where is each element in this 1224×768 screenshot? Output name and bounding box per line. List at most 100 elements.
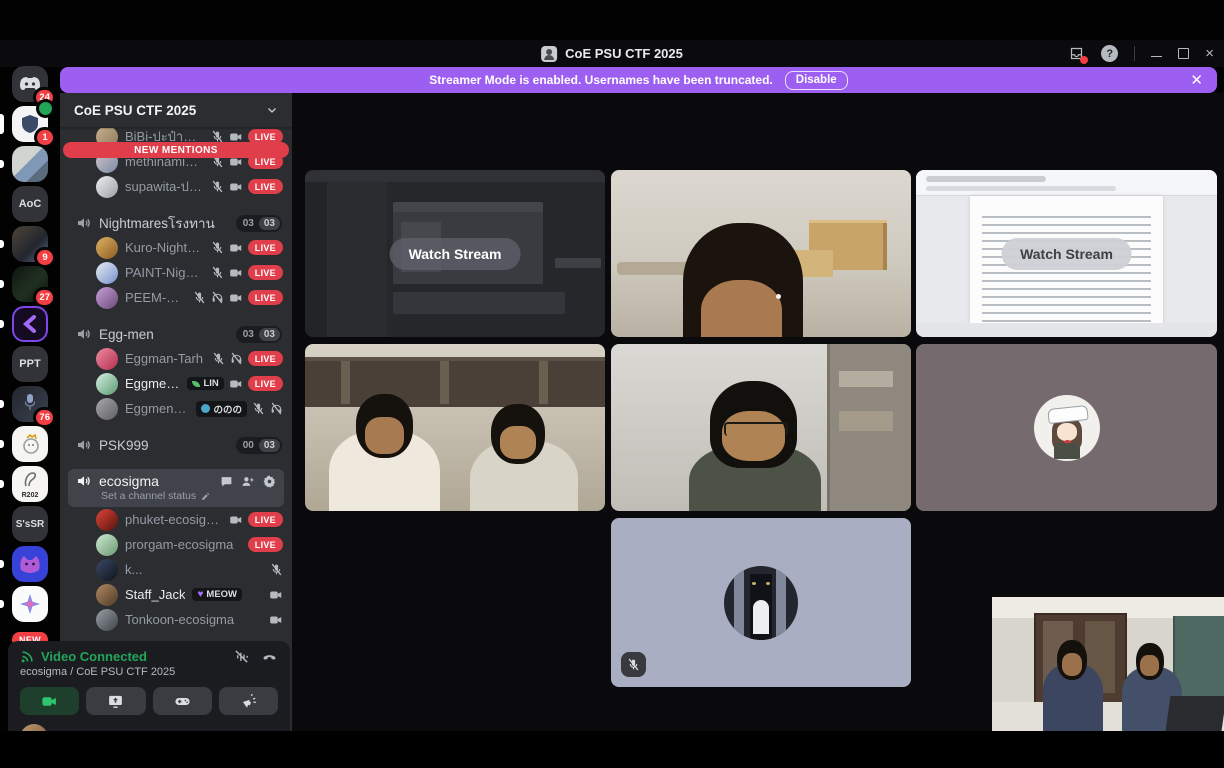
maximize-button[interactable]: [1178, 48, 1189, 59]
minimize-button[interactable]: [1151, 56, 1162, 58]
video-tile-webcam-2[interactable]: [305, 344, 605, 511]
user-status-icons: LIVE: [193, 290, 283, 305]
server-header[interactable]: CoE PSU CTF 2025: [60, 93, 292, 128]
server-icon-7[interactable]: [12, 306, 48, 342]
voice-user-row[interactable]: supawita-ปะป๋าสั่ง... LIVE: [60, 174, 292, 199]
soundboard-button[interactable]: [219, 687, 278, 715]
voice-user-row[interactable]: Eggmen-Pluem LIN LIVE: [60, 371, 292, 396]
channel-status-hint[interactable]: Set a channel status: [76, 490, 276, 502]
watch-stream-button[interactable]: Watch Stream: [390, 238, 521, 270]
help-icon[interactable]: ?: [1101, 45, 1118, 62]
server-icon-ssr[interactable]: S'sSR: [12, 506, 48, 542]
activities-button[interactable]: [153, 687, 212, 715]
server-icon-3[interactable]: [12, 146, 48, 182]
settings-gear-icon[interactable]: [263, 475, 276, 488]
titlebar-controls: ? ×: [1068, 40, 1214, 67]
chat-bubble-icon[interactable]: [220, 475, 233, 488]
screenshare-button[interactable]: [86, 687, 145, 715]
voice-channel-row[interactable]: Nightmaresโรงทาน 0303: [60, 211, 292, 235]
voice-user-row[interactable]: PAINT-Nightmare... LIVE: [60, 260, 292, 285]
voice-user-name: prorgam-ecosigma: [125, 537, 241, 552]
voice-user-row[interactable]: PEEM-Nightm... LIVE: [60, 285, 292, 310]
tile-art: [916, 170, 1217, 196]
live-badge: LIVE: [248, 290, 283, 305]
avatar-art: [1047, 404, 1088, 423]
app-icon: [541, 46, 557, 62]
channel-name: ecosigma: [99, 473, 159, 489]
banner-close-icon[interactable]: ✕: [1190, 67, 1203, 93]
role-tag: ののの: [196, 401, 247, 417]
tile-art: [440, 361, 449, 404]
server-icon-aoc[interactable]: AoC: [12, 186, 48, 222]
mention-badge: 76: [36, 410, 53, 425]
voice-user-row[interactable]: Staff_Jack ♥MEOW: [60, 582, 292, 607]
pip-webcam[interactable]: [992, 597, 1224, 731]
voice-user-row[interactable]: k...: [60, 557, 292, 582]
avatar: [96, 373, 118, 395]
server-icon-10[interactable]: [12, 426, 48, 462]
video-tile-screenshare-1[interactable]: Watch Stream: [305, 170, 605, 337]
voice-user-name: Eggmen-Pluem: [125, 376, 180, 391]
tile-art: [916, 323, 1217, 337]
inbox-icon[interactable]: [1068, 46, 1085, 61]
titlebar: CoE PSU CTF 2025 ? ×: [0, 40, 1224, 67]
video-tile-webcam-3[interactable]: [611, 344, 911, 511]
video-tile-avatar-2[interactable]: [611, 518, 911, 687]
voice-user-row[interactable]: Eggman-Tarh LIVE: [60, 346, 292, 371]
tile-art: [393, 292, 565, 314]
server-icon-14[interactable]: [12, 586, 48, 622]
video-tile-screenshare-2[interactable]: Watch Stream: [916, 170, 1217, 337]
camera-icon: [229, 241, 243, 255]
home-button[interactable]: 24: [12, 66, 48, 102]
camera-icon: [229, 513, 243, 527]
camera-toggle-button[interactable]: [20, 687, 79, 715]
server-icon-13[interactable]: [12, 546, 48, 582]
server-icon-5[interactable]: 9: [12, 226, 48, 262]
camera-icon: [269, 588, 283, 602]
voice-user-row[interactable]: Kuro-Nightmares... LIVE: [60, 235, 292, 260]
mic-muted-icon: [252, 402, 265, 415]
deafen-muted-icon: [230, 352, 243, 365]
user-status-icons: LIVE: [211, 179, 283, 194]
tile-art: [776, 294, 781, 299]
tile-art: [305, 357, 605, 407]
server-icon-9[interactable]: 76: [12, 386, 48, 422]
avatar: [96, 398, 118, 420]
noise-suppression-icon[interactable]: [234, 649, 249, 664]
server-icon-2[interactable]: 1: [12, 106, 48, 142]
role-tag: ♥MEOW: [192, 588, 242, 601]
disable-streamer-mode-button[interactable]: Disable: [785, 71, 848, 90]
voice-user-row[interactable]: phuket-ecosigma LIVE: [60, 507, 292, 532]
tile-art: [539, 361, 548, 404]
avatar: [96, 609, 118, 631]
server-icon-6[interactable]: 27: [12, 266, 48, 302]
live-badge: LIVE: [248, 512, 283, 527]
invite-people-icon[interactable]: [241, 475, 255, 488]
disconnect-call-icon[interactable]: [261, 649, 278, 664]
avatar-art: [753, 600, 769, 634]
close-button[interactable]: ×: [1205, 46, 1214, 61]
voice-user-row[interactable]: prorgam-ecosigma LIVE: [60, 532, 292, 557]
user-status-icons: LIVE: [248, 537, 283, 552]
deafen-muted-icon: [270, 402, 283, 415]
voice-channel-location: ecosigma / CoE PSU CTF 2025: [20, 666, 278, 678]
voice-channel-row-selected[interactable]: ecosigma Set a channel status: [68, 469, 284, 507]
speaker-icon: [76, 473, 92, 489]
tile-art: [305, 170, 605, 182]
server-icon-r202[interactable]: R202: [12, 466, 48, 502]
voice-user-row[interactable]: Eggmen-Book ののの: [60, 396, 292, 421]
avatar-art: [1057, 423, 1077, 441]
speaker-icon: [76, 215, 92, 231]
voice-channel-row[interactable]: Egg-men 0303: [60, 322, 292, 346]
watch-stream-button[interactable]: Watch Stream: [1001, 238, 1132, 270]
video-tile-webcam-1[interactable]: [611, 170, 911, 337]
voice-user-row[interactable]: Tonkoon-ecosigma: [60, 607, 292, 632]
user-status-icons: [269, 613, 283, 627]
video-tile-avatar-1[interactable]: [916, 344, 1217, 511]
server-icon-ppt[interactable]: PPT: [12, 346, 48, 382]
channel-actions: [220, 475, 276, 488]
tile-art: [839, 371, 893, 388]
new-mentions-pill[interactable]: NEW MENTIONS: [63, 142, 289, 158]
voice-channel-row[interactable]: PSK999 0003: [60, 433, 292, 457]
voice-user-name: supawita-ปะป๋าสั่ง...: [125, 176, 204, 197]
